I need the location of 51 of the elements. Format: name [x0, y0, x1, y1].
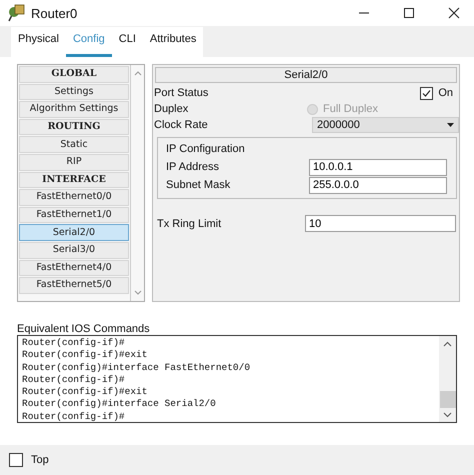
sidebar-item[interactable]: Static: [19, 136, 129, 153]
sidebar-item[interactable]: FastEthernet5/0: [19, 277, 129, 294]
scroll-down-icon[interactable]: [443, 412, 452, 418]
command-line: Router(config-if)#exit: [22, 349, 148, 362]
scrollbar[interactable]: [439, 336, 456, 422]
field-label: Port Status: [154, 87, 208, 99]
field-label: Duplex: [154, 103, 188, 115]
tab[interactable]: Physical: [11, 27, 66, 57]
sidebar-item[interactable]: FastEthernet0/0: [19, 189, 129, 206]
sidebar-item[interactable]: INTERFACE: [19, 172, 129, 188]
checkbox-label: Top: [31, 454, 49, 466]
field-label: Clock Rate: [154, 119, 208, 131]
checkbox[interactable]: [9, 453, 23, 467]
scroll-thumb[interactable]: [440, 391, 456, 408]
sidebar-item[interactable]: FastEthernet4/0: [19, 260, 129, 276]
tab[interactable]: Attributes: [142, 27, 204, 57]
sidebar-item[interactable]: ROUTING: [19, 118, 129, 136]
sidebar-item[interactable]: Serial2/0: [19, 224, 129, 241]
radio-label: Full Duplex: [323, 103, 378, 115]
sidebar-item[interactable]: GLOBAL: [19, 66, 129, 83]
sidebar-item[interactable]: Algorithm Settings: [19, 101, 129, 118]
panel-title: Serial2/0: [155, 67, 457, 83]
command-line: Router(config-if)#: [22, 337, 126, 350]
input-field[interactable]: 10: [305, 215, 456, 232]
input-field[interactable]: 255.0.0.0: [309, 176, 447, 194]
sidebar-item[interactable]: RIP: [19, 154, 129, 171]
command-line: Router(config-if)#: [22, 410, 126, 424]
field-label: Subnet Mask: [166, 179, 230, 191]
sidebar-item[interactable]: Serial3/0: [19, 242, 129, 259]
sidebar-item[interactable]: Settings: [19, 84, 129, 100]
router-icon: [6, 3, 26, 23]
command-line: Router(config-if)#exit: [22, 386, 148, 398]
window-title: Router0: [31, 6, 78, 20]
tab[interactable]: Config: [66, 27, 112, 57]
group-title: IP Configuration: [166, 143, 246, 157]
field-label: IP Address: [166, 161, 219, 173]
scroll-up-icon[interactable]: [443, 341, 452, 347]
close-icon[interactable]: [448, 7, 460, 19]
clock-rate-dropdown[interactable]: 2000000: [312, 117, 459, 133]
tab[interactable]: CLI: [112, 27, 143, 57]
command-line: Router(config-if)#: [22, 374, 126, 386]
command-line: Router(config)#interface Serial2/0: [22, 398, 217, 411]
section-label: Equivalent IOS Commands: [17, 323, 151, 335]
maximize-icon[interactable]: [403, 7, 415, 19]
checkbox[interactable]: [420, 86, 434, 100]
command-line: Router(config)#interface FastEthernet0/0: [22, 362, 252, 374]
checkbox-label: On: [438, 87, 453, 99]
input-field[interactable]: 10.0.0.1: [309, 158, 447, 176]
dropdown-caret-icon: [447, 123, 454, 127]
sidebar-item[interactable]: FastEthernet1/0: [19, 206, 129, 224]
field-label: Tx Ring Limit: [157, 218, 222, 230]
